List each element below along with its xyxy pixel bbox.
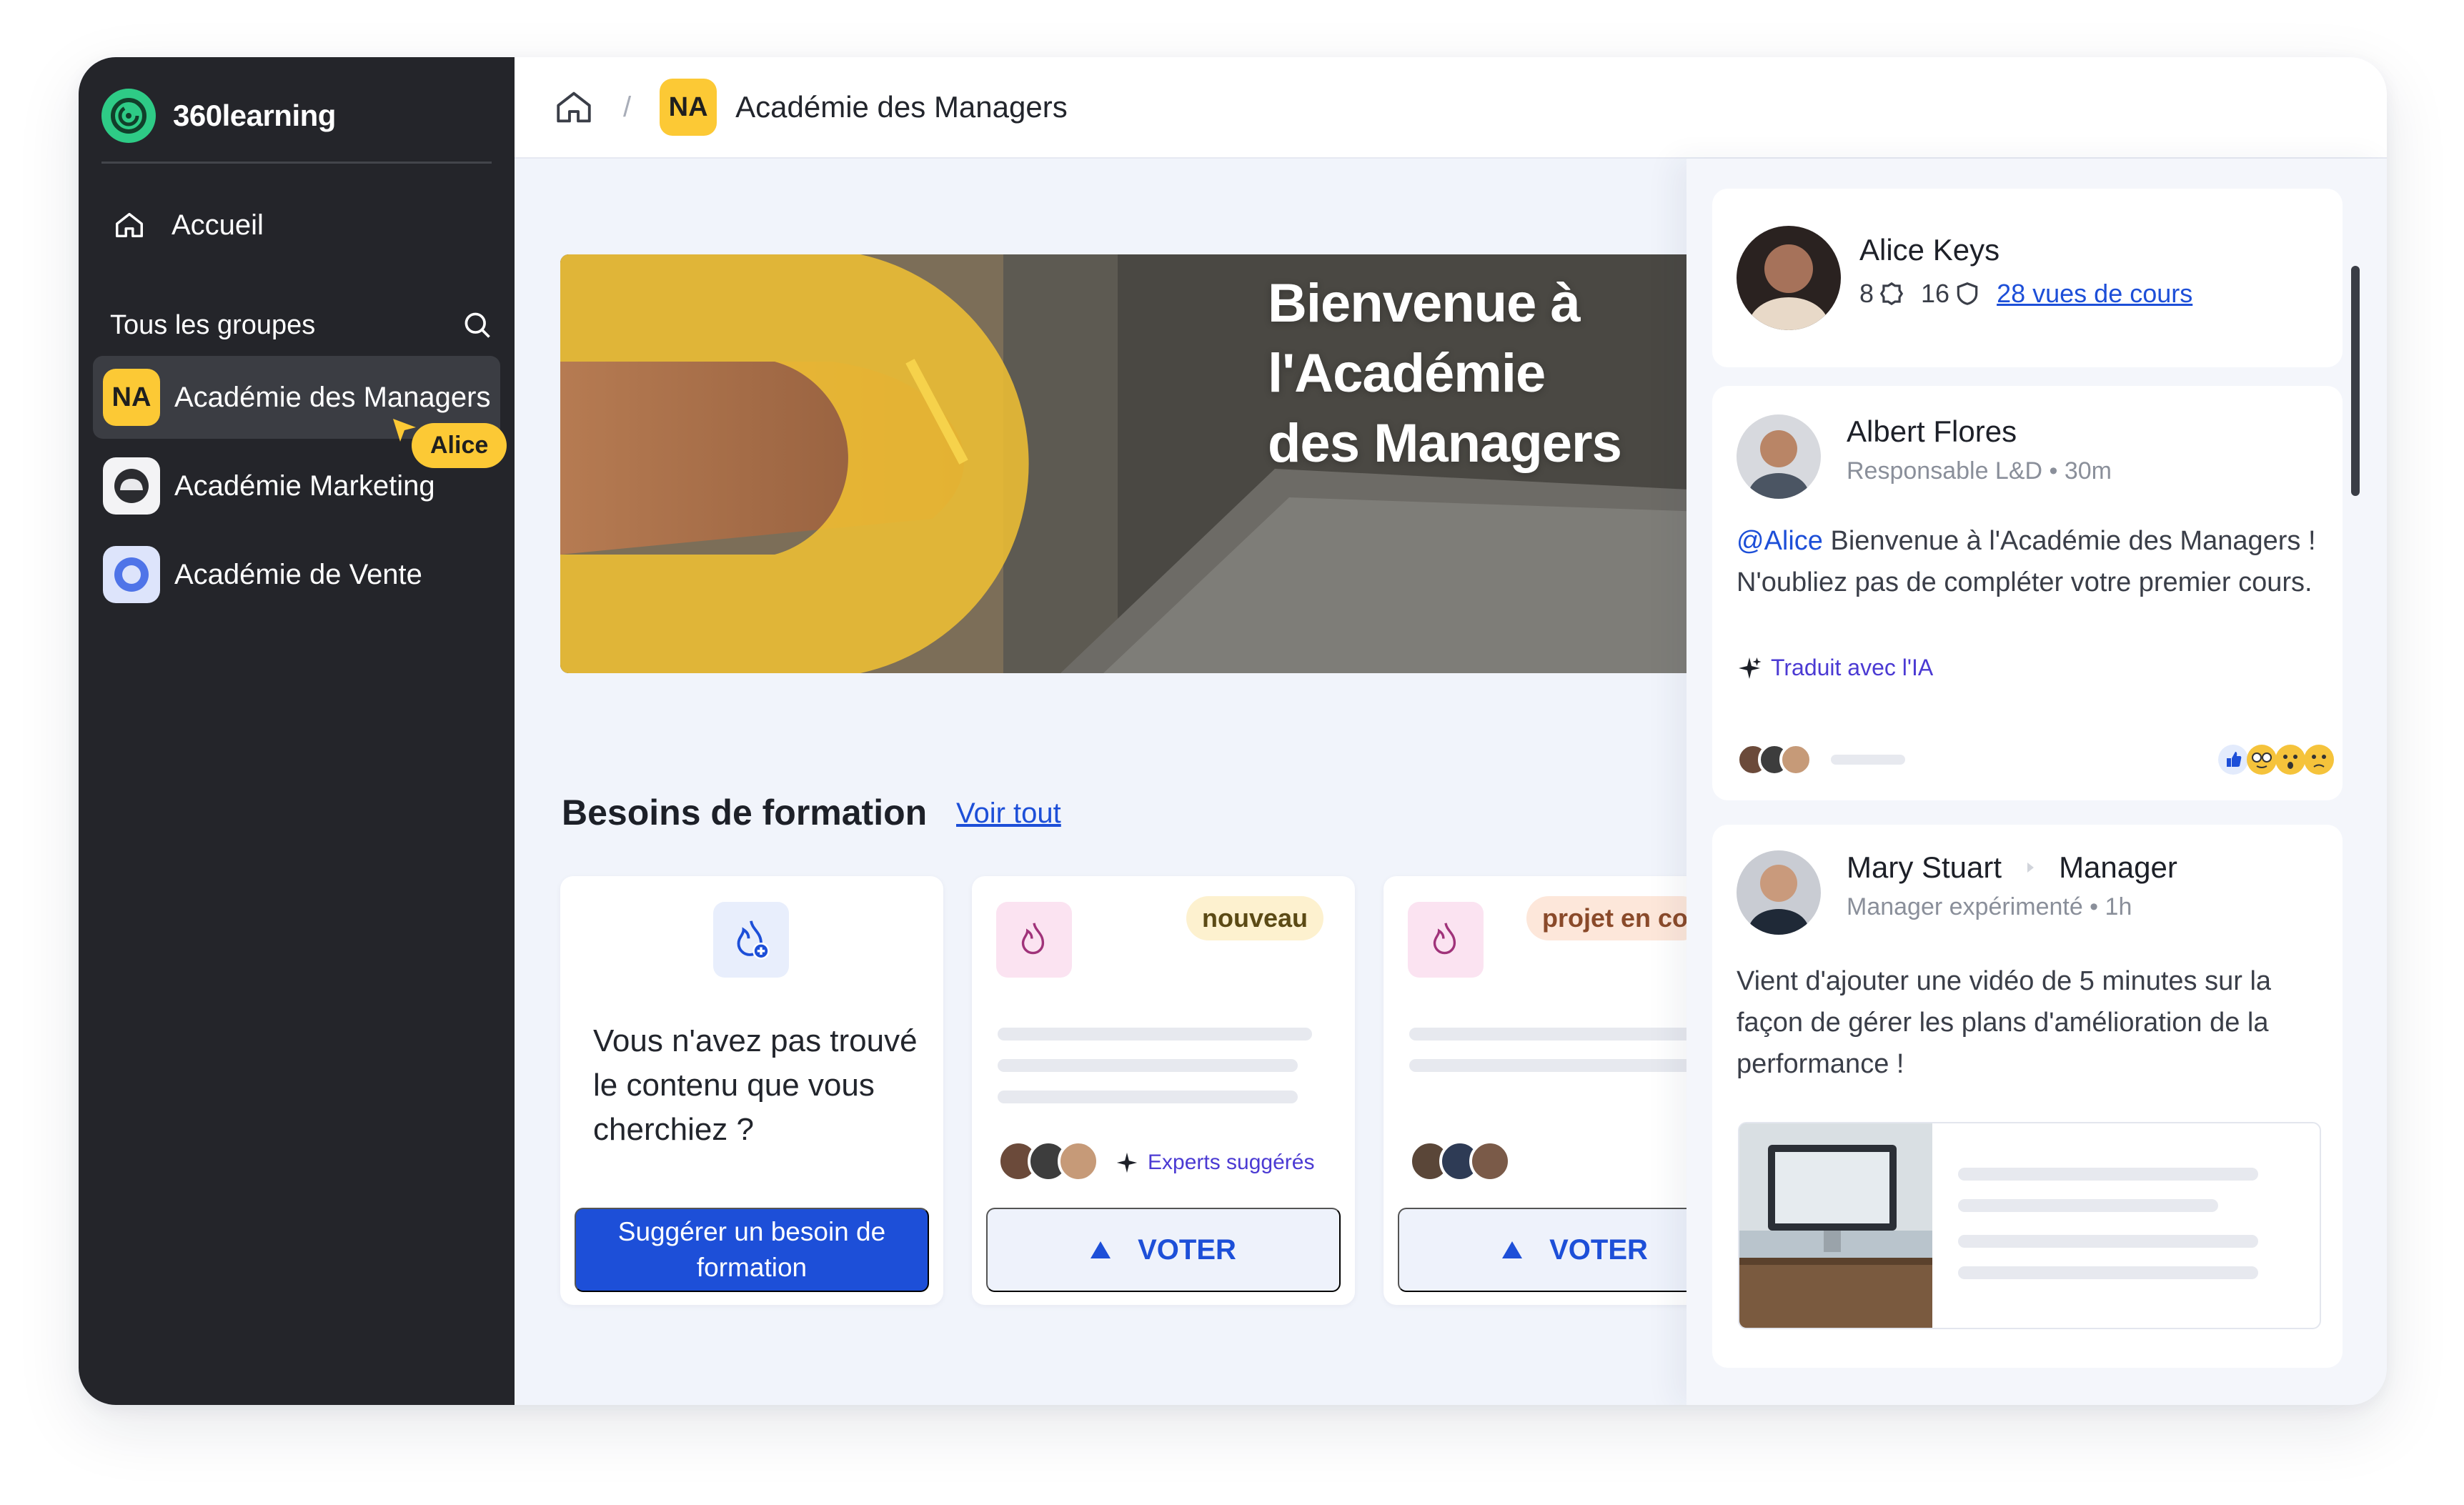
video-attachment[interactable] [1738,1122,2321,1329]
stat-value: 8 [1859,279,1874,308]
post-body: @Alice Bienvenue à l'Académie des Manage… [1737,520,2323,603]
vente-group-icon [103,546,160,603]
vote-label: VOTER [1138,1233,1236,1266]
brand-logo-icon [101,89,156,143]
post-text: Vient d'ajouter une vidéo de 5 minutes s… [1737,966,2272,1079]
shield-icon [1957,282,1978,305]
skeleton-line [1831,755,1905,765]
feed-post: Mary Stuart Manager Manager expérimenté … [1712,825,2343,1368]
post-meta: Responsable L&D • 30m [1847,457,2112,485]
experts-label: Experts suggérés [1148,1151,1315,1174]
sidebar-item-home[interactable]: Accueil [113,200,264,250]
experts-suggested: Experts suggérés [1115,1151,1314,1175]
app-window: 360learning Accueil Tous les groupes NA … [79,57,2387,1405]
vote-arrow-icon [1091,1241,1111,1258]
skeleton-line [1409,1028,1724,1040]
see-all-link[interactable]: Voir tout [956,798,1061,830]
profile-card: Alice Keys 8 16 28 vues de cours [1712,189,2343,367]
groups-header: Tous les groupes [110,300,493,350]
post-target-group[interactable]: Manager [2059,850,2177,885]
group-label: Académie de Vente [174,558,422,590]
badge-icon [1879,282,1904,306]
caret-right-icon [2027,863,2035,873]
vote-button[interactable]: VOTER [986,1208,1341,1292]
post-header: Mary Stuart Manager [1847,850,2177,885]
avatar [1737,850,1821,935]
cursor-name-label: Alice [412,423,507,468]
vote-arrow-icon [1502,1241,1523,1258]
brand[interactable]: 360learning [101,89,336,143]
search-icon[interactable] [462,309,493,341]
group-tag: NA [103,369,160,426]
brand-name: 360learning [173,99,336,132]
suggest-need-card: Vous n'avez pas trouvé le contenu que vo… [560,876,943,1305]
stat-value: 16 [1921,279,1950,308]
skeleton-line [1409,1059,1724,1072]
avatar [1737,414,1821,499]
vote-label: VOTER [1549,1233,1648,1266]
page-title: Académie des Managers [735,90,1068,124]
avatar [1058,1141,1099,1182]
post-author[interactable]: Mary Stuart [1847,850,2002,885]
reactions[interactable] [2217,743,2335,776]
home-icon [116,212,143,238]
avatar [1779,743,1812,776]
flame-icon [1408,902,1484,978]
sidebar-item-label: Accueil [172,209,264,241]
skeleton-line [1958,1168,2258,1181]
profile-name: Alice Keys [1859,233,2000,267]
sparkle-icon [1739,657,1762,679]
avatar-group [1737,743,1812,776]
ai-translated-label: Traduit avec l'IA [1771,655,1934,680]
skeleton-line [998,1091,1298,1103]
video-thumbnail [1739,1123,1932,1328]
sidebar-group-academie-vente[interactable]: Académie de Vente [93,533,500,616]
avatar [1737,226,1841,330]
suggest-card-text: Vous n'avez pas trouvé le contenu que vo… [593,1023,918,1147]
feed-post: Albert Flores Responsable L&D • 30m @Ali… [1712,386,2343,800]
sidebar-divider [101,162,492,164]
groups-title: Tous les groupes [110,309,316,340]
need-card[interactable]: nouveau Experts suggérés VOTER [972,876,1355,1305]
post-text: Bienvenue à l'Académie des Managers ! N'… [1737,526,2316,597]
course-views-link[interactable]: 28 vues de cours [1997,279,2192,309]
group-label: Académie Marketing [174,470,435,502]
marketing-group-icon [103,457,160,515]
skeleton-line [998,1059,1298,1072]
group-label: Académie des Managers [174,381,491,413]
post-meta: Manager expérimenté • 1h [1847,893,2132,920]
status-badge: projet en co [1526,896,1704,940]
skeleton-line [998,1028,1312,1040]
skeleton-line [1958,1266,2258,1279]
breadcrumb-group-tag: NA [660,79,717,136]
flame-icon [996,902,1072,978]
sparkle-icon [1116,1152,1138,1173]
suggest-need-button[interactable]: Suggérer un besoin de formation [575,1208,929,1292]
flame-add-icon [713,902,789,978]
profile-stats: 8 16 28 vues de cours [1859,279,2192,309]
home-icon[interactable] [553,86,595,128]
panel-scrollbar[interactable] [2351,266,2360,496]
sad-face-icon [2304,745,2334,775]
status-badge: nouveau [1186,896,1324,940]
hero-title: Bienvenue à l'Académie des Managers [1268,273,1622,474]
mention-link[interactable]: @Alice [1737,526,1823,556]
avatar [1469,1141,1511,1182]
skeleton-line [1958,1235,2258,1248]
breadcrumb: / NA Académie des Managers [515,57,2387,159]
breadcrumb-separator: / [623,91,632,123]
ai-translated[interactable]: Traduit avec l'IA [1737,655,1933,681]
avatar-group [998,1141,1099,1182]
activity-panel: Alice Keys 8 16 28 vues de cours Albert … [1686,159,2387,1405]
post-author[interactable]: Albert Flores [1847,414,2017,449]
sidebar: 360learning Accueil Tous les groupes NA … [79,57,515,1405]
skeleton-line [1958,1199,2218,1212]
avatar-group [1409,1141,1511,1182]
section-title: Besoins de formation [562,793,928,833]
